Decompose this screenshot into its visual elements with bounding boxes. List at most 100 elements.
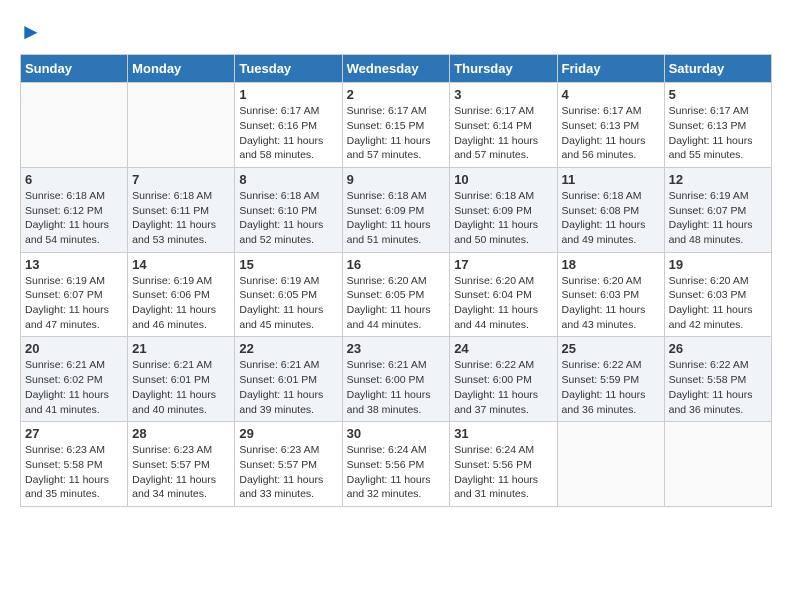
calendar-cell: 17Sunrise: 6:20 AMSunset: 6:04 PMDayligh… [450, 252, 557, 337]
cell-content: Sunset: 6:11 PM [132, 204, 230, 219]
cell-content: Daylight: 11 hours and 34 minutes. [132, 473, 230, 502]
day-number: 21 [132, 341, 230, 356]
cell-content: Sunrise: 6:20 AM [347, 274, 446, 289]
cell-content: Sunrise: 6:17 AM [239, 104, 337, 119]
calendar-header-row: SundayMondayTuesdayWednesdayThursdayFrid… [21, 55, 772, 83]
weekday-header: Saturday [664, 55, 771, 83]
cell-content: Daylight: 11 hours and 43 minutes. [562, 303, 660, 332]
cell-content: Daylight: 11 hours and 57 minutes. [454, 134, 552, 163]
cell-content: Sunset: 6:02 PM [25, 373, 123, 388]
cell-content: Sunset: 6:08 PM [562, 204, 660, 219]
cell-content: Daylight: 11 hours and 40 minutes. [132, 388, 230, 417]
day-number: 30 [347, 426, 446, 441]
cell-content: Sunrise: 6:19 AM [669, 189, 767, 204]
cell-content: Daylight: 11 hours and 42 minutes. [669, 303, 767, 332]
calendar-cell: 31Sunrise: 6:24 AMSunset: 5:56 PMDayligh… [450, 422, 557, 507]
cell-content: Daylight: 11 hours and 44 minutes. [347, 303, 446, 332]
cell-content: Daylight: 11 hours and 47 minutes. [25, 303, 123, 332]
cell-content: Daylight: 11 hours and 50 minutes. [454, 218, 552, 247]
cell-content: Sunset: 5:56 PM [454, 458, 552, 473]
calendar-cell: 3 Sunrise: 6:17 AMSunset: 6:14 PMDaylight… [450, 83, 557, 168]
day-number: 8 [239, 172, 337, 187]
day-number: 26 [669, 341, 767, 356]
day-number: 19 [669, 257, 767, 272]
day-number: 10 [454, 172, 552, 187]
weekday-header: Friday [557, 55, 664, 83]
cell-content: Sunset: 6:13 PM [669, 119, 767, 134]
cell-content: Sunrise: 6:20 AM [562, 274, 660, 289]
day-number: 7 [132, 172, 230, 187]
calendar-cell: 24Sunrise: 6:22 AMSunset: 6:00 PMDayligh… [450, 337, 557, 422]
day-number: 27 [25, 426, 123, 441]
cell-content: Sunset: 5:59 PM [562, 373, 660, 388]
calendar-cell: 5Sunrise: 6:17 AMSunset: 6:13 PMDaylight… [664, 83, 771, 168]
calendar-cell [21, 83, 128, 168]
weekday-header: Tuesday [235, 55, 342, 83]
calendar-cell: 26Sunrise: 6:22 AMSunset: 5:58 PMDayligh… [664, 337, 771, 422]
calendar-cell: 13Sunrise: 6:19 AMSunset: 6:07 PMDayligh… [21, 252, 128, 337]
cell-content: Daylight: 11 hours and 56 minutes. [562, 134, 660, 163]
day-number: 29 [239, 426, 337, 441]
cell-content: Sunrise: 6:17 AM [562, 104, 660, 119]
calendar-cell: 6Sunrise: 6:18 AMSunset: 6:12 PMDaylight… [21, 167, 128, 252]
calendar-week-row: 27Sunrise: 6:23 AMSunset: 5:58 PMDayligh… [21, 422, 772, 507]
calendar-week-row: 1Sunrise: 6:17 AMSunset: 6:16 PMDaylight… [21, 83, 772, 168]
weekday-header: Wednesday [342, 55, 450, 83]
cell-content: Sunrise: 6:17 AM [454, 104, 552, 119]
calendar-cell: 14Sunrise: 6:19 AMSunset: 6:06 PMDayligh… [128, 252, 235, 337]
day-number: 25 [562, 341, 660, 356]
day-number: 13 [25, 257, 123, 272]
cell-content: Sunrise: 6:21 AM [25, 358, 123, 373]
day-number: 11 [562, 172, 660, 187]
day-number: 1 [239, 87, 337, 102]
weekday-header: Thursday [450, 55, 557, 83]
cell-content: Sunset: 5:57 PM [132, 458, 230, 473]
day-number: 5 [669, 87, 767, 102]
calendar-week-row: 13Sunrise: 6:19 AMSunset: 6:07 PMDayligh… [21, 252, 772, 337]
cell-content: Sunset: 5:58 PM [25, 458, 123, 473]
day-number: 16 [347, 257, 446, 272]
cell-content: Sunset: 5:56 PM [347, 458, 446, 473]
cell-content: Sunset: 6:06 PM [132, 288, 230, 303]
cell-content: Sunset: 6:04 PM [454, 288, 552, 303]
cell-content: Sunset: 6:14 PM [454, 119, 552, 134]
cell-content: Sunrise: 6:18 AM [347, 189, 446, 204]
cell-content: Sunset: 6:16 PM [239, 119, 337, 134]
cell-content: Daylight: 11 hours and 31 minutes. [454, 473, 552, 502]
cell-content: Sunrise: 6:18 AM [454, 189, 552, 204]
calendar-cell: 11Sunrise: 6:18 AMSunset: 6:08 PMDayligh… [557, 167, 664, 252]
cell-content: Sunrise: 6:21 AM [132, 358, 230, 373]
cell-content: Daylight: 11 hours and 37 minutes. [454, 388, 552, 417]
day-number: 12 [669, 172, 767, 187]
calendar-cell: 19Sunrise: 6:20 AMSunset: 6:03 PMDayligh… [664, 252, 771, 337]
cell-content: Sunrise: 6:19 AM [25, 274, 123, 289]
cell-content: Sunset: 6:00 PM [454, 373, 552, 388]
cell-content: Daylight: 11 hours and 33 minutes. [239, 473, 337, 502]
cell-content: Sunset: 6:12 PM [25, 204, 123, 219]
cell-content: Sunset: 6:09 PM [454, 204, 552, 219]
day-number: 3 [454, 87, 552, 102]
cell-content: Daylight: 11 hours and 41 minutes. [25, 388, 123, 417]
cell-content: Sunset: 6:03 PM [669, 288, 767, 303]
cell-content: Sunset: 6:15 PM [347, 119, 446, 134]
calendar-cell: 4Sunrise: 6:17 AMSunset: 6:13 PMDaylight… [557, 83, 664, 168]
cell-content: Sunrise: 6:18 AM [25, 189, 123, 204]
cell-content: Daylight: 11 hours and 36 minutes. [669, 388, 767, 417]
cell-content: Daylight: 11 hours and 53 minutes. [132, 218, 230, 247]
day-number: 24 [454, 341, 552, 356]
calendar-cell: 30Sunrise: 6:24 AMSunset: 5:56 PMDayligh… [342, 422, 450, 507]
cell-content: Daylight: 11 hours and 38 minutes. [347, 388, 446, 417]
cell-content: Sunset: 6:05 PM [347, 288, 446, 303]
calendar-cell: 28Sunrise: 6:23 AMSunset: 5:57 PMDayligh… [128, 422, 235, 507]
cell-content: Sunset: 5:57 PM [239, 458, 337, 473]
cell-content: Sunrise: 6:21 AM [239, 358, 337, 373]
cell-content: Sunrise: 6:24 AM [347, 443, 446, 458]
cell-content: Daylight: 11 hours and 51 minutes. [347, 218, 446, 247]
day-number: 14 [132, 257, 230, 272]
day-number: 15 [239, 257, 337, 272]
cell-content: Sunset: 6:09 PM [347, 204, 446, 219]
cell-content: Sunset: 6:05 PM [239, 288, 337, 303]
calendar-cell [128, 83, 235, 168]
day-number: 22 [239, 341, 337, 356]
calendar-cell [664, 422, 771, 507]
